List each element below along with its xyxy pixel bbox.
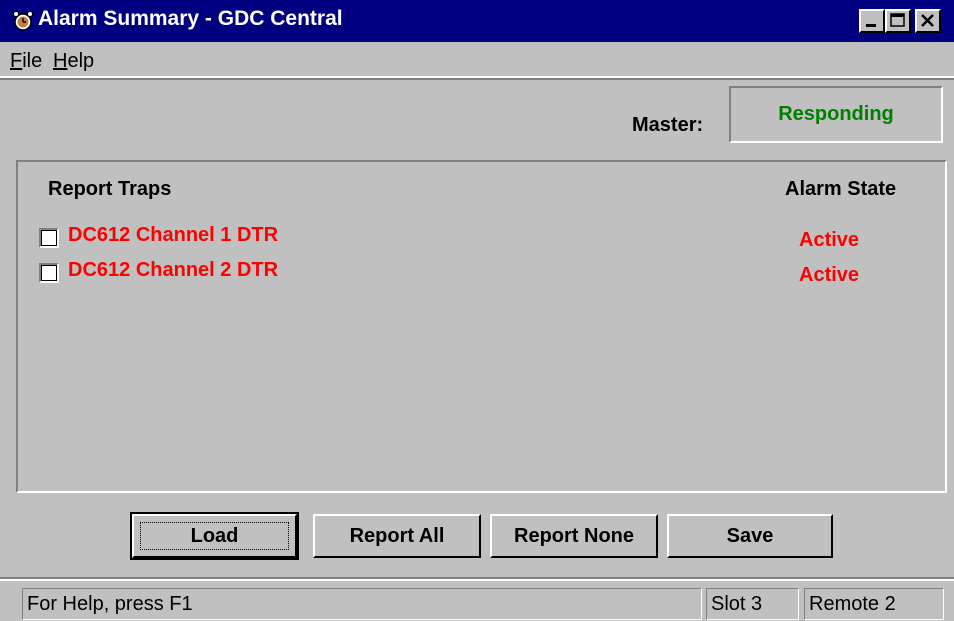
- report-traps-header: Report Traps: [48, 178, 172, 200]
- report-traps-panel: [16, 160, 947, 493]
- trap-checkbox[interactable]: [39, 263, 59, 283]
- alarm-summary-window: Alarm Summary - GDC Central File Help Ma…: [0, 0, 954, 621]
- load-button-label: Load: [190, 524, 239, 547]
- trap-row: DC612 Channel 2 DTR Active: [36, 259, 936, 289]
- save-button-label: Save: [726, 524, 774, 547]
- status-remote: Remote 2: [804, 588, 944, 620]
- status-bar: For Help, press F1 Slot 3 Remote 2: [0, 579, 954, 621]
- minimize-icon: [866, 24, 876, 27]
- trap-alarm-state: Active: [799, 264, 860, 286]
- trap-row: DC612 Channel 1 DTR Active: [36, 224, 936, 254]
- title-bar[interactable]: Alarm Summary - GDC Central: [0, 0, 954, 42]
- report-all-button-label: Report All: [349, 524, 445, 547]
- master-status-value: Responding: [778, 103, 894, 125]
- alarm-state-header: Alarm State: [785, 178, 897, 200]
- load-button[interactable]: Load: [130, 512, 299, 560]
- save-button[interactable]: Save: [667, 514, 833, 558]
- close-icon: [921, 14, 934, 27]
- menu-help[interactable]: Help: [53, 50, 94, 73]
- report-all-button[interactable]: Report All: [313, 514, 481, 558]
- maximize-icon: [890, 13, 905, 27]
- master-label: Master:: [632, 114, 704, 136]
- report-none-button[interactable]: Report None: [490, 514, 658, 558]
- trap-name[interactable]: DC612 Channel 2 DTR: [68, 259, 278, 282]
- report-none-button-label: Report None: [514, 524, 634, 547]
- trap-alarm-state: Active: [799, 229, 860, 251]
- window-title: Alarm Summary - GDC Central: [38, 7, 343, 30]
- trap-name[interactable]: DC612 Channel 1 DTR: [68, 224, 278, 247]
- minimize-button[interactable]: [859, 9, 885, 33]
- trap-checkbox[interactable]: [39, 228, 59, 248]
- status-help-text: For Help, press F1: [22, 588, 702, 620]
- menu-bar: File Help: [0, 42, 954, 78]
- maximize-button[interactable]: [885, 9, 911, 33]
- status-slot: Slot 3: [706, 588, 799, 620]
- menu-separator: [0, 78, 954, 80]
- master-status-box: Responding: [729, 86, 943, 143]
- alarm-clock-icon[interactable]: [12, 10, 34, 32]
- close-button[interactable]: [915, 9, 941, 33]
- menu-file[interactable]: File: [10, 50, 42, 73]
